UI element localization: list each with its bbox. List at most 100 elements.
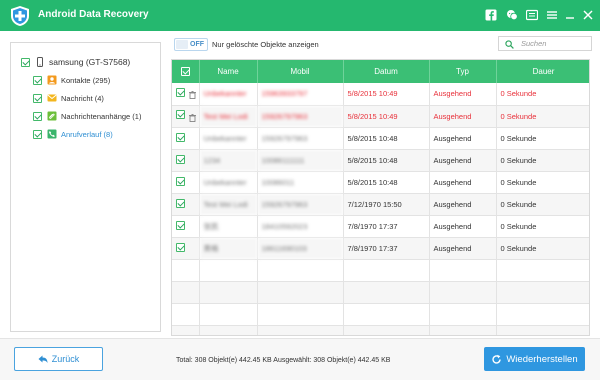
table-row[interactable]: Test Mei Lodi 15926797963 7/12/1970 15:50 A… [172,193,589,216]
cell-type: Ausgehend [429,83,497,106]
search-box[interactable] [498,36,592,51]
restore-button-label: Wiederherstellen [506,353,578,365]
cell-duration: 0 Sekunde [496,171,589,194]
cell-duration: 0 Sekunde [496,105,589,128]
table-row[interactable]: Unbekannter 15963933797 5/8/2015 10:49 Ausg… [172,83,589,106]
cell-type: Ausgehend [429,215,497,238]
column-header-mobile[interactable]: Mobil [257,60,344,83]
cell-duration: 0 Sekunde [496,127,589,150]
cell-name: Unbekannter [199,83,258,106]
cell-type: Ausgehend [429,237,497,260]
cell-date: 5/8/2015 10:49 [343,105,430,128]
phone-device-icon [37,57,43,67]
device-node[interactable]: samsung (GT-S7568) [21,55,130,69]
device-checkbox[interactable] [21,57,30,67]
trash-icon [189,91,196,100]
cell-type: Ausgehend [429,193,497,216]
row-select-cell[interactable] [172,171,200,194]
menu-icon[interactable] [546,9,558,21]
restore-button[interactable]: Wiederherstellen [484,347,585,371]
cell-duration: 0 Sekunde [496,193,589,216]
row-checkbox[interactable] [176,242,185,252]
table-row[interactable]: 张凯 18410592023 7/8/1970 17:37 Ausgehend 0 Se… [172,215,589,238]
sidebar-item-label: Nachricht (4) [61,93,104,103]
table-row[interactable]: Test Mei Lodi 15926797963 5/8/2015 10:49 Au… [172,105,589,128]
column-header-type[interactable]: Typ [429,60,497,83]
empty-row [172,281,589,304]
row-select-cell[interactable] [172,237,200,260]
messages-checkbox[interactable] [33,93,42,103]
call-log-table: Name Mobil Datum Typ Dauer Unbekannter 15… [171,59,590,336]
cell-name: 张凯 [199,215,258,238]
cell-date: 5/8/2015 10:48 [343,149,430,172]
cell-name: Test Mei Lodi [199,105,258,128]
toggle-knob [176,40,188,49]
row-checkbox[interactable] [176,88,185,98]
close-icon[interactable] [582,9,594,21]
table-row[interactable]: 1234 10086111111 5/8/2015 10:48 Ausgehend 0 … [172,149,589,172]
column-header-duration[interactable]: Dauer [496,60,589,83]
column-header-name[interactable]: Name [199,60,258,83]
cell-date: 7/8/1970 17:37 [343,237,430,260]
row-checkbox[interactable] [176,132,185,142]
sidebar-item-label: Kontakte (295) [61,75,111,85]
attachment-icon [47,111,57,121]
cell-duration: 0 Sekunde [496,237,589,260]
cell-type: Ausgehend [429,171,497,194]
sidebar-item-call-log[interactable]: Anrufverlauf (8) [33,127,113,141]
cell-mobile: 15963933797 [257,83,344,106]
chat-icon[interactable] [506,9,518,21]
select-all-header[interactable] [172,60,200,83]
cell-duration: 0 Sekunde [496,83,589,106]
sidebar-item-label: Nachrichtenanhänge (1) [61,111,142,121]
cell-mobile: 18410592023 [257,215,344,238]
empty-row [172,303,589,326]
cell-type: Ausgehend [429,105,497,128]
row-checkbox[interactable] [176,154,185,164]
refresh-icon [492,354,502,364]
table-row[interactable]: Unbekannter 15926797963 5/8/2015 10:48 Ausg… [172,127,589,150]
row-checkbox[interactable] [176,176,185,186]
phone-icon [47,129,57,139]
cell-date: 7/12/1970 15:50 [343,193,430,216]
row-checkbox[interactable] [176,198,185,208]
row-select-cell[interactable] [172,215,200,238]
cell-name: 1234 [199,149,258,172]
sidebar-item-label: Anrufverlauf (8) [61,129,113,139]
row-select-cell[interactable] [172,149,200,172]
facebook-icon[interactable] [485,9,497,21]
sidebar-item-messages[interactable]: Nachricht (4) [33,91,104,105]
row-select-cell[interactable] [172,193,200,216]
call-log-checkbox[interactable] [33,129,42,139]
cell-mobile: 15926797963 [257,105,344,128]
row-checkbox[interactable] [176,220,185,230]
search-icon [505,40,514,49]
sidebar-item-attachments[interactable]: Nachrichtenanhänge (1) [33,109,141,123]
row-checkbox[interactable] [176,110,185,120]
row-select-cell[interactable] [172,83,200,106]
trash-icon [189,113,196,122]
sidebar-item-contacts[interactable]: Kontakte (295) [33,73,110,87]
search-input[interactable] [521,38,589,49]
table-row[interactable]: 黄格 18611690103 7/8/1970 17:37 Ausgehend 0 Se… [172,237,589,260]
minimize-icon[interactable] [564,9,576,21]
column-header-date[interactable]: Datum [343,60,430,83]
back-button[interactable]: Zurück [14,347,103,371]
toggle-label: Nur gelöschte Objekte anzeigen [212,40,319,49]
bottom-bar: Zurück Total: 308 Objekt(e) 442.45 KB Au… [0,338,600,380]
attachments-checkbox[interactable] [33,111,42,121]
cell-mobile: 10086011 [257,171,344,194]
select-all-checkbox[interactable] [181,67,191,77]
cell-mobile: 10086111111 [257,149,344,172]
row-select-cell[interactable] [172,127,200,150]
app-logo-icon [11,6,29,26]
message-icon [47,94,57,102]
cart-icon[interactable] [526,9,538,21]
table-row[interactable]: Unbekannter 10086011 5/8/2015 10:48 Ausgehe… [172,171,589,194]
row-select-cell[interactable] [172,105,200,128]
deleted-only-toggle[interactable]: OFF [174,38,208,51]
category-tree: samsung (GT-S7568) Kontakte (295) Nachri… [10,42,161,332]
cell-mobile: 18611690103 [257,237,344,260]
selection-summary: Total: 308 Objekt(e) 442.45 KB Ausgewähl… [176,357,391,364]
contacts-checkbox[interactable] [33,75,42,85]
